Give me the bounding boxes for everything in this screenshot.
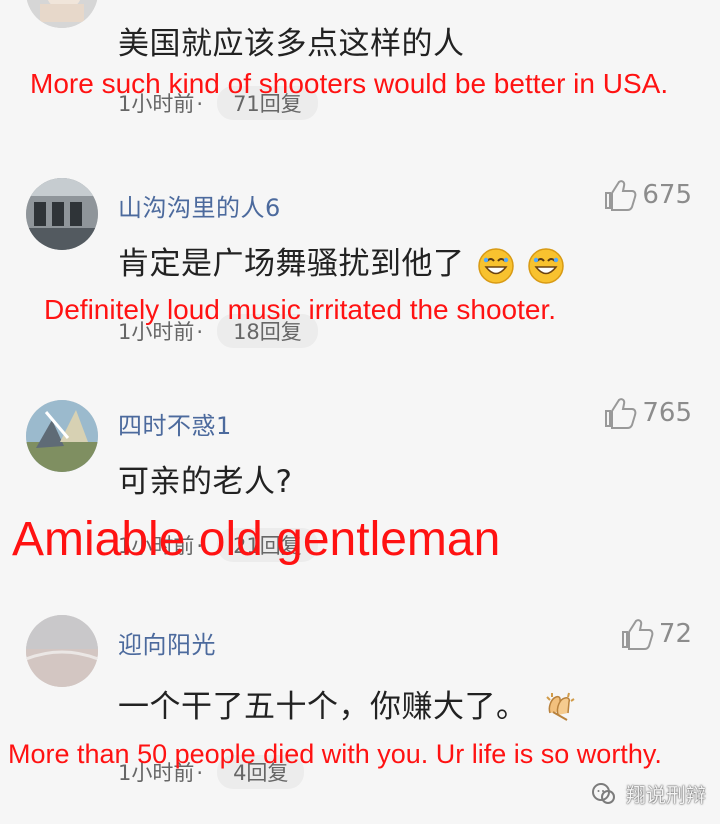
comment-3: 四时不惑1 765 可亲的老人? 1小时前· 21回复 Amiable old g… <box>0 378 720 588</box>
comment-translation: Amiable old gentleman <box>12 513 501 566</box>
watermark: 翔说刑辩 <box>590 779 706 808</box>
like-button[interactable]: 72 <box>619 617 692 651</box>
laughing-emoji-icon <box>528 247 564 284</box>
thumbs-up-icon <box>605 180 637 211</box>
username[interactable]: 山沟沟里的人6 <box>118 188 281 223</box>
thumbs-up-icon <box>605 398 637 429</box>
thumbs-up-icon <box>621 619 654 650</box>
comment-2: 山沟沟里的人6 675 肯定是广场舞骚扰到他了 1小时前· 18回复 Defin… <box>0 160 720 365</box>
user-avatar[interactable] <box>26 400 98 472</box>
comment-text: 肯定是广场舞骚扰到他了 <box>118 238 565 285</box>
user-avatar[interactable] <box>26 0 98 28</box>
watermark-label: 翔说刑辩 <box>626 783 706 807</box>
comment-text: 一个干了五十个，你赚大了。 <box>118 681 580 729</box>
like-count: 72 <box>658 619 692 649</box>
wechat-logo-icon <box>592 782 615 804</box>
seat-photo-icon <box>26 178 98 250</box>
username[interactable]: 四时不惑1 <box>118 406 232 441</box>
comment-text-content: 肯定是广场舞骚扰到他了 <box>118 246 465 282</box>
sunrise-photo-icon <box>26 615 98 687</box>
comment-translation: Definitely loud music irritated the shoo… <box>44 294 557 325</box>
clapping-hands-icon <box>546 692 575 721</box>
comment-translation: More than 50 people died with you. Ur li… <box>8 739 662 769</box>
comment-text-content: 一个干了五十个，你赚大了。 <box>118 689 528 725</box>
outdoor-photo-icon <box>26 400 98 472</box>
user-avatar[interactable] <box>26 615 98 687</box>
username[interactable]: 迎向阳光 <box>118 625 216 660</box>
like-button[interactable]: 765 <box>602 396 692 430</box>
like-button[interactable]: 675 <box>602 178 692 212</box>
comment-text: 美国就应该多点这样的人 <box>118 26 465 62</box>
user-avatar[interactable] <box>26 178 98 250</box>
like-count: 675 <box>642 180 692 210</box>
comment-translation: More such kind of shooters would be bett… <box>30 68 669 99</box>
like-count: 765 <box>642 398 692 428</box>
avatar-image-icon <box>26 0 98 28</box>
comment-1: 美国就应该多点这样的人 1小时前· 71回复 More such kind of … <box>0 0 720 150</box>
laughing-emoji-icon <box>478 247 514 284</box>
comment-text: 可亲的老人? <box>118 464 293 500</box>
